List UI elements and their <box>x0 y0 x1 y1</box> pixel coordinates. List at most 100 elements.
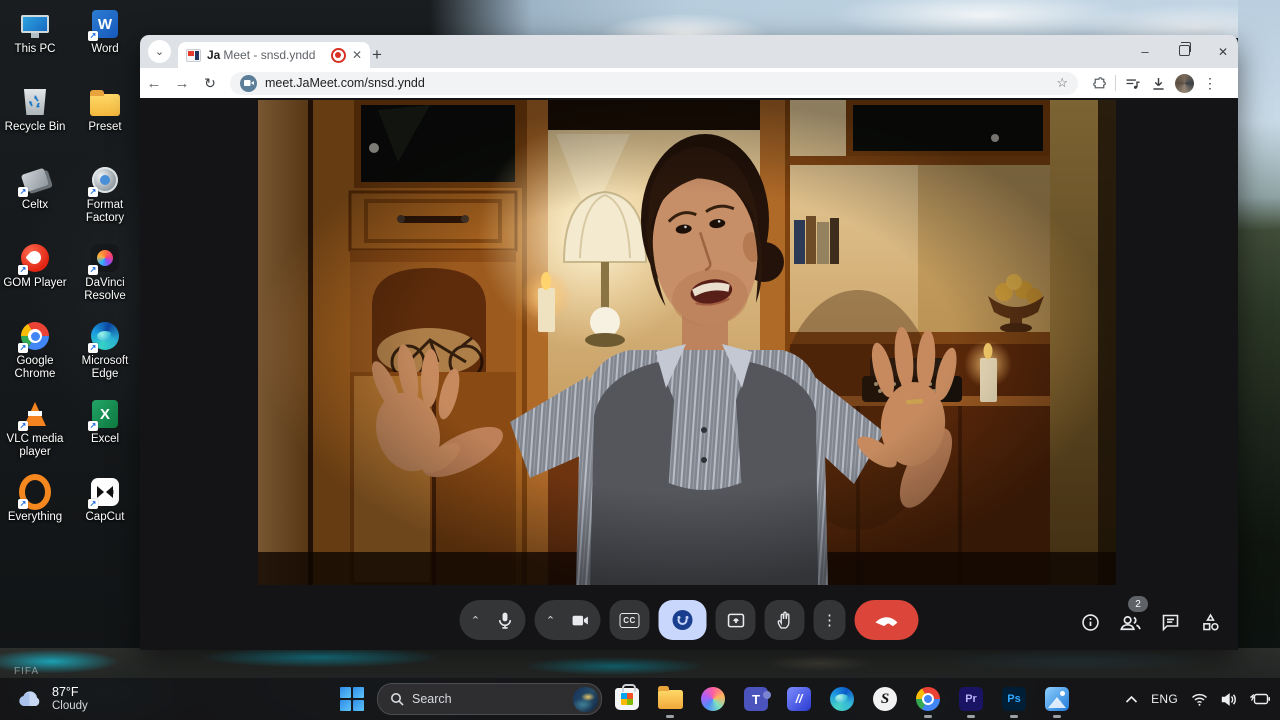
taskbar-app-microsoft-store[interactable] <box>614 686 640 712</box>
this-pc-icon <box>19 8 51 40</box>
gom-player-icon: ↗ <box>19 242 51 274</box>
cloud-icon <box>16 689 44 709</box>
desktop-icon-this-pc[interactable]: This PC <box>0 4 70 82</box>
word-icon: W↗ <box>89 8 121 40</box>
desktop-icon-grid: This PC W↗ Word Recycle Bin Preset ↗ Cel… <box>0 4 140 550</box>
address-bar[interactable]: meet.JaMeet.com/snsd.yndd ☆ <box>230 72 1078 95</box>
excel-icon: X↗ <box>89 398 121 430</box>
desktop-icon-everything[interactable]: ↗ Everything <box>0 472 70 550</box>
browser-menu-icon[interactable]: ⋮ <box>1197 75 1223 92</box>
language-indicator[interactable]: ENG <box>1151 692 1178 706</box>
raise-hand-button[interactable] <box>765 600 805 640</box>
meet-secondary-controls: 2 <box>1078 610 1222 634</box>
browser-toolbar: ← → ↻ meet.JaMeet.com/snsd.yndd ☆ ⋮ <box>140 68 1238 98</box>
everything-icon: ↗ <box>19 476 51 508</box>
meeting-video-scene <box>258 100 1116 585</box>
tab-search-button[interactable]: ⌄ <box>148 40 171 63</box>
camera-permission-icon[interactable] <box>240 75 257 92</box>
desktop-icon-gom-player[interactable]: ↗ GOM Player <box>0 238 70 316</box>
window-minimize-button[interactable]: – <box>1130 43 1160 61</box>
taskbar-search[interactable]: Search <box>377 683 602 715</box>
recycle-bin-icon <box>19 86 51 118</box>
captions-button[interactable]: CC <box>610 600 650 640</box>
search-icon <box>390 692 404 706</box>
more-options-button[interactable]: ⋮ <box>814 600 846 640</box>
windows-logo-icon <box>338 685 366 713</box>
wallpaper-sky <box>430 0 1280 38</box>
browser-window: ⌄ JaMeet - snsd.yndd ✕ + – ✕ ← → ↻ meet.… <box>140 35 1238 650</box>
meet-control-bar: ⌃ ⌃ CC <box>460 600 919 640</box>
desktop-icon-excel[interactable]: X↗ Excel <box>70 394 140 472</box>
desktop-icon-davinci-resolve[interactable]: ↗ DaVinci Resolve <box>70 238 140 316</box>
microphone-icon[interactable] <box>488 610 522 631</box>
camera-options-chevron-icon[interactable]: ⌃ <box>539 614 563 627</box>
desktop-icon-celtx[interactable]: ↗ Celtx <box>0 160 70 238</box>
taskbar: 87°F Cloudy Search T // S Pr Ps ENG <box>0 678 1280 720</box>
forward-button[interactable]: → <box>168 75 196 92</box>
taskbar-app-photos[interactable] <box>1044 686 1070 712</box>
meet-page: ⌃ ⌃ CC <box>140 98 1238 650</box>
taskbar-app-copilot[interactable] <box>700 686 726 712</box>
desktop-icon-recycle-bin[interactable]: Recycle Bin <box>0 82 70 160</box>
celtx-icon: ↗ <box>19 164 51 196</box>
weather-condition: Cloudy <box>52 700 88 713</box>
camera-icon[interactable] <box>563 610 597 631</box>
meeting-details-icon[interactable] <box>1078 610 1102 634</box>
start-button[interactable] <box>339 686 365 712</box>
taskbar-app-edge[interactable] <box>829 686 855 712</box>
desktop-icon-preset[interactable]: Preset <box>70 82 140 160</box>
mic-options-chevron-icon[interactable]: ⌃ <box>464 614 488 627</box>
desktop-icon-vlc[interactable]: ↗ VLC media player <box>0 394 70 472</box>
present-screen-button[interactable] <box>716 600 756 640</box>
back-button[interactable]: ← <box>140 75 168 92</box>
participant-video-tile <box>258 100 1116 585</box>
downloads-icon[interactable] <box>1145 75 1171 92</box>
desktop-icon-word[interactable]: W↗ Word <box>70 4 140 82</box>
desktop-icon-microsoft-edge[interactable]: ↗ Microsoft Edge <box>70 316 140 394</box>
tab-title: JaMeet - snsd.yndd <box>207 48 325 62</box>
participants-icon[interactable]: 2 <box>1118 610 1142 634</box>
bookmark-star-icon[interactable]: ☆ <box>1056 75 1068 91</box>
taskbar-app-s-circle[interactable]: S <box>872 686 898 712</box>
format-factory-icon: ↗ <box>89 164 121 196</box>
desktop-icon-capcut[interactable]: ↗ CapCut <box>70 472 140 550</box>
phone-handset-icon <box>874 614 900 626</box>
taskbar-app-premiere[interactable]: Pr <box>958 686 984 712</box>
media-controls-icon[interactable] <box>1119 75 1145 92</box>
weather-temp: 87°F <box>52 685 88 701</box>
chat-icon[interactable] <box>1158 610 1182 634</box>
microphone-button-group[interactable]: ⌃ <box>460 600 526 640</box>
taskbar-app-file-explorer[interactable] <box>657 686 683 712</box>
desktop-icon-format-factory[interactable]: ↗ Format Factory <box>70 160 140 238</box>
taskbar-app-chrome[interactable] <box>915 686 941 712</box>
active-tab[interactable]: JaMeet - snsd.yndd ✕ <box>178 42 370 68</box>
weather-widget[interactable]: 87°F Cloudy <box>16 685 88 713</box>
davinci-resolve-icon: ↗ <box>89 242 121 274</box>
desktop-icon-google-chrome[interactable]: ↗ Google Chrome <box>0 316 70 394</box>
new-tab-button[interactable]: + <box>366 44 388 66</box>
search-highlight-image[interactable] <box>573 687 598 712</box>
profile-avatar[interactable] <box>1171 74 1197 93</box>
reload-button[interactable]: ↻ <box>196 75 224 92</box>
system-tray: ENG <box>1125 692 1270 706</box>
volume-icon[interactable] <box>1221 693 1237 706</box>
taskbar-app-slash[interactable]: // <box>786 686 812 712</box>
end-call-button[interactable] <box>855 600 919 640</box>
tab-close-icon[interactable]: ✕ <box>352 48 362 62</box>
participant-count-badge: 2 <box>1128 596 1148 612</box>
window-restore-button[interactable] <box>1169 43 1199 61</box>
folder-icon <box>89 86 121 118</box>
battery-icon[interactable] <box>1250 693 1270 705</box>
camera-button-group[interactable]: ⌃ <box>535 600 601 640</box>
tray-chevron-icon[interactable] <box>1125 695 1138 704</box>
url-text: meet.JaMeet.com/snsd.yndd <box>265 76 1048 90</box>
extensions-icon[interactable] <box>1086 75 1112 92</box>
window-close-button[interactable]: ✕ <box>1208 43 1238 61</box>
toolbar-divider <box>1115 75 1116 91</box>
wallpaper-shoreline <box>0 648 1280 678</box>
taskbar-app-teams[interactable]: T <box>743 686 769 712</box>
activities-icon[interactable] <box>1198 610 1222 634</box>
taskbar-app-photoshop[interactable]: Ps <box>1001 686 1027 712</box>
wifi-icon[interactable] <box>1191 693 1208 706</box>
reactions-button[interactable] <box>659 600 707 640</box>
